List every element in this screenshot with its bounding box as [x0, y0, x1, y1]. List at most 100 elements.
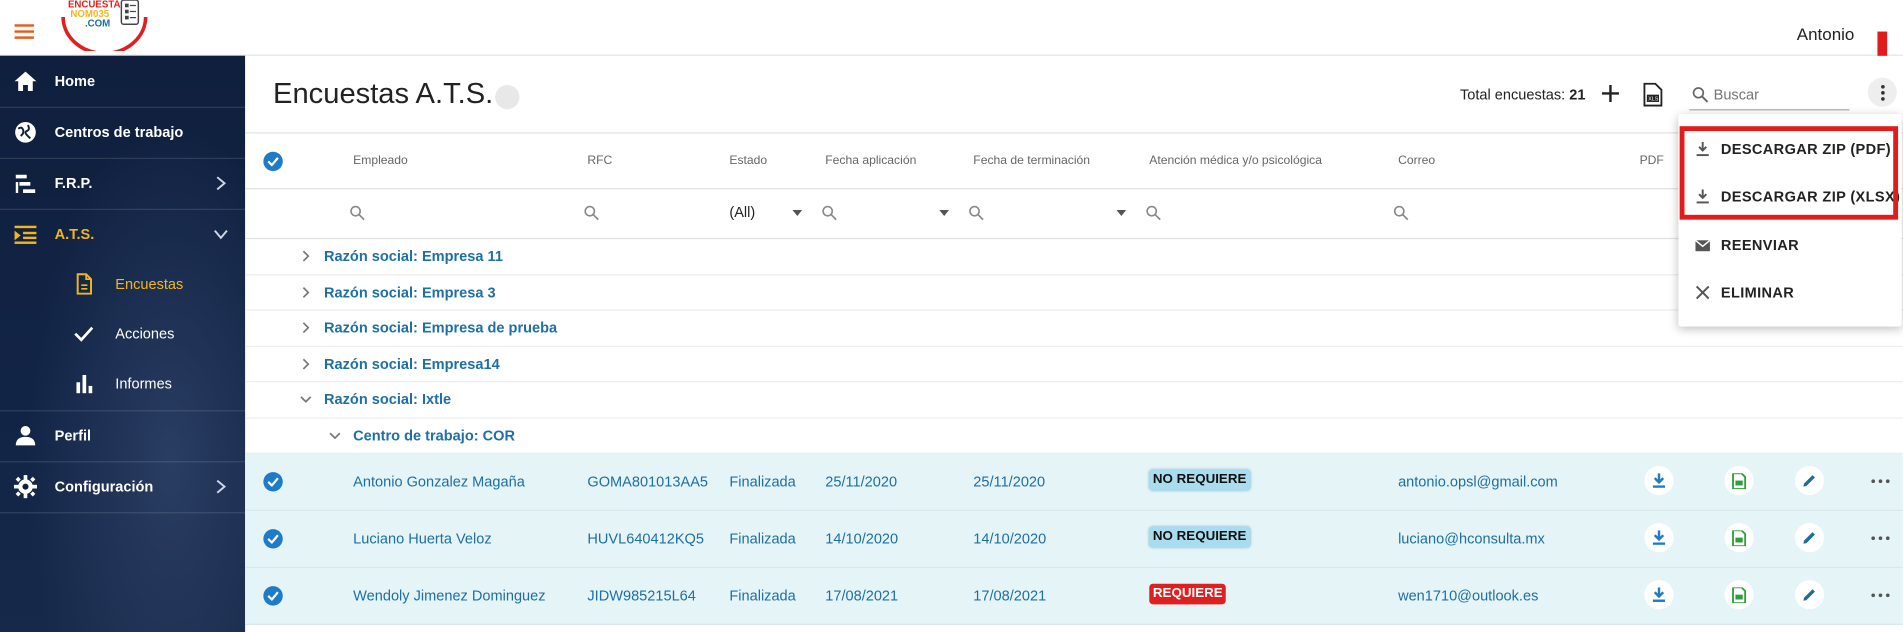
col-header-estado[interactable]: Estado [729, 154, 767, 167]
group-row[interactable]: Razón social: Empresa de prueba [245, 311, 1903, 347]
group-row[interactable]: Razón social: Ixtle [245, 382, 1903, 419]
cell-empleado[interactable]: Antonio Gonzalez Magaña [353, 473, 525, 490]
estado-filter-select[interactable]: (All) [729, 204, 755, 221]
row-more-icon[interactable] [1871, 479, 1890, 484]
menu-item-reenviar[interactable]: REENVIAR [1678, 222, 1901, 268]
col-header-empleado[interactable]: Empleado [353, 154, 408, 167]
row-checkbox[interactable] [263, 472, 283, 492]
filter-search-icon[interactable] [584, 205, 600, 221]
row-more-icon[interactable] [1871, 593, 1890, 598]
add-icon[interactable] [1600, 83, 1622, 105]
sidebar-item-label: Perfil [54, 427, 92, 445]
table-row[interactable]: Luciano Huerta Veloz HUVL640412KQ5 Final… [245, 510, 1903, 568]
group-label: Razón social: Empresa14 [324, 354, 500, 372]
chevron-right-icon [216, 176, 227, 191]
chevron-right-icon [302, 322, 310, 334]
sidebar-item-label: A.T.S. [54, 225, 95, 243]
sidebar-item-frp[interactable]: F.R.P. [0, 158, 245, 209]
col-header-correo[interactable]: Correo [1398, 154, 1435, 167]
sidebar-subitem-acciones[interactable]: Acciones [0, 309, 245, 358]
row-checkbox[interactable] [263, 586, 283, 606]
sidebar-item-label: Centros de trabajo [54, 123, 184, 141]
page-title: Encuestas A.T.S. [273, 77, 494, 111]
menu-item-descargar-zip-xlsx[interactable]: DESCARGAR ZIP (XLSX) [1678, 174, 1901, 220]
col-header-atencion[interactable]: Atención médica y/o psicológica [1149, 154, 1322, 167]
sidebar-subitem-label: Informes [115, 375, 172, 392]
group-row[interactable]: Razón social: Empresa 11 [245, 239, 1903, 275]
top-bar: ENCUESTA NOM035 .COM Antonio [0, 0, 1903, 56]
download-xls-button[interactable] [1724, 523, 1754, 553]
total-value: 21 [1569, 86, 1586, 104]
chevron-right-icon [302, 286, 310, 298]
col-header-fecha-aplicacion[interactable]: Fecha aplicación [825, 154, 916, 167]
menu-item-descargar-zip-pdf[interactable]: DESCARGAR ZIP (PDF) [1678, 126, 1901, 172]
menu-item-eliminar[interactable]: ELIMINAR [1678, 269, 1901, 315]
filter-row: (All) [245, 189, 1903, 240]
mail-icon [1695, 239, 1710, 252]
menu-item-label: REENVIAR [1720, 236, 1800, 254]
sidebar-item-centros[interactable]: Centros de trabajo [0, 107, 245, 158]
pencil-icon [1803, 589, 1815, 601]
user-name[interactable]: Antonio [1797, 24, 1855, 43]
filter-search-icon[interactable] [350, 205, 366, 221]
download-xls-button[interactable] [1724, 466, 1754, 496]
info-icon[interactable] [495, 84, 520, 110]
col-header-rfc[interactable]: RFC [587, 154, 612, 167]
group-row[interactable]: Razón social: Empresa14 [245, 346, 1903, 383]
filter-search-icon[interactable] [1393, 205, 1409, 221]
subgroup-row[interactable]: Centro de trabajo: COR [245, 418, 1903, 454]
dropdown-caret-icon[interactable] [1116, 209, 1127, 217]
row-more-icon[interactable] [1871, 536, 1890, 541]
filter-search-icon[interactable] [968, 205, 984, 221]
status-badge: REQUIERE [1149, 583, 1227, 605]
sidebar-item-perfil[interactable]: Perfil [0, 410, 245, 461]
sidebar-item-configuracion[interactable]: Configuración [0, 461, 245, 512]
col-header-fecha-terminacion[interactable]: Fecha de terminación [973, 154, 1090, 167]
download-pdf-button[interactable] [1644, 523, 1674, 553]
edit-button[interactable] [1794, 523, 1825, 553]
list-indent-icon [14, 225, 37, 244]
chevron-right-icon [216, 479, 227, 494]
cell-fecha-terminacion: 17/08/2021 [973, 587, 1047, 605]
cell-correo: luciano@hconsulta.mx [1398, 530, 1545, 548]
sidebar-subitem-encuestas[interactable]: Encuestas [0, 260, 245, 309]
home-icon [14, 71, 37, 92]
dropdown-caret-icon[interactable] [792, 209, 803, 217]
sidebar-item-ats[interactable]: A.T.S. [0, 209, 245, 260]
filter-search-icon[interactable] [822, 205, 838, 221]
group-row[interactable]: Razón social: Empresa 3 [245, 275, 1903, 311]
table-row[interactable]: Wendoly Jimenez Dominguez JIDW985215L64 … [245, 567, 1903, 626]
edit-button[interactable] [1794, 580, 1825, 610]
list-steps-icon [15, 174, 36, 193]
export-xls-icon[interactable]: XLS [1642, 82, 1664, 107]
select-all-checkbox[interactable] [263, 151, 283, 172]
download-icon [1652, 473, 1666, 488]
col-header-pdf[interactable]: PDF [1640, 154, 1664, 167]
cell-rfc: JIDW985215L64 [587, 587, 696, 605]
group-label: Razón social: Empresa de prueba [324, 319, 558, 337]
sidebar: Home Centros de trabajo F.R.P. A.T.S. En… [0, 55, 246, 632]
cell-empleado[interactable]: Luciano Huerta Veloz [353, 530, 491, 547]
encuesta-nom035-logo[interactable]: ENCUESTA NOM035 .COM [58, 0, 153, 51]
filter-search-icon[interactable] [1146, 205, 1162, 221]
subgroup-label: Centro de trabajo: COR [353, 426, 515, 444]
edit-button[interactable] [1794, 466, 1825, 496]
cell-empleado[interactable]: Wendoly Jimenez Dominguez [353, 587, 545, 604]
download-xls-button[interactable] [1724, 580, 1754, 610]
row-checkbox[interactable] [263, 529, 283, 549]
sidebar-subitem-informes[interactable]: Informes [0, 359, 245, 408]
search-box[interactable] [1689, 80, 1852, 111]
pencil-icon [1803, 532, 1815, 544]
download-pdf-button[interactable] [1644, 580, 1674, 610]
dropdown-caret-icon[interactable] [939, 209, 950, 217]
download-pdf-button[interactable] [1644, 466, 1674, 496]
hamburger-menu-icon[interactable] [14, 24, 34, 39]
chevron-down-icon [329, 432, 341, 439]
search-input[interactable] [1711, 82, 1852, 107]
table-row[interactable]: Antonio Gonzalez Magaña GOMA801013AA5 Fi… [245, 453, 1903, 511]
cell-estado: Finalizada [729, 530, 796, 548]
more-options-icon[interactable] [1867, 77, 1897, 107]
status-badge: NO REQUIERE [1149, 526, 1251, 548]
sidebar-item-home[interactable]: Home [0, 56, 245, 107]
cell-rfc: GOMA801013AA5 [587, 473, 709, 491]
